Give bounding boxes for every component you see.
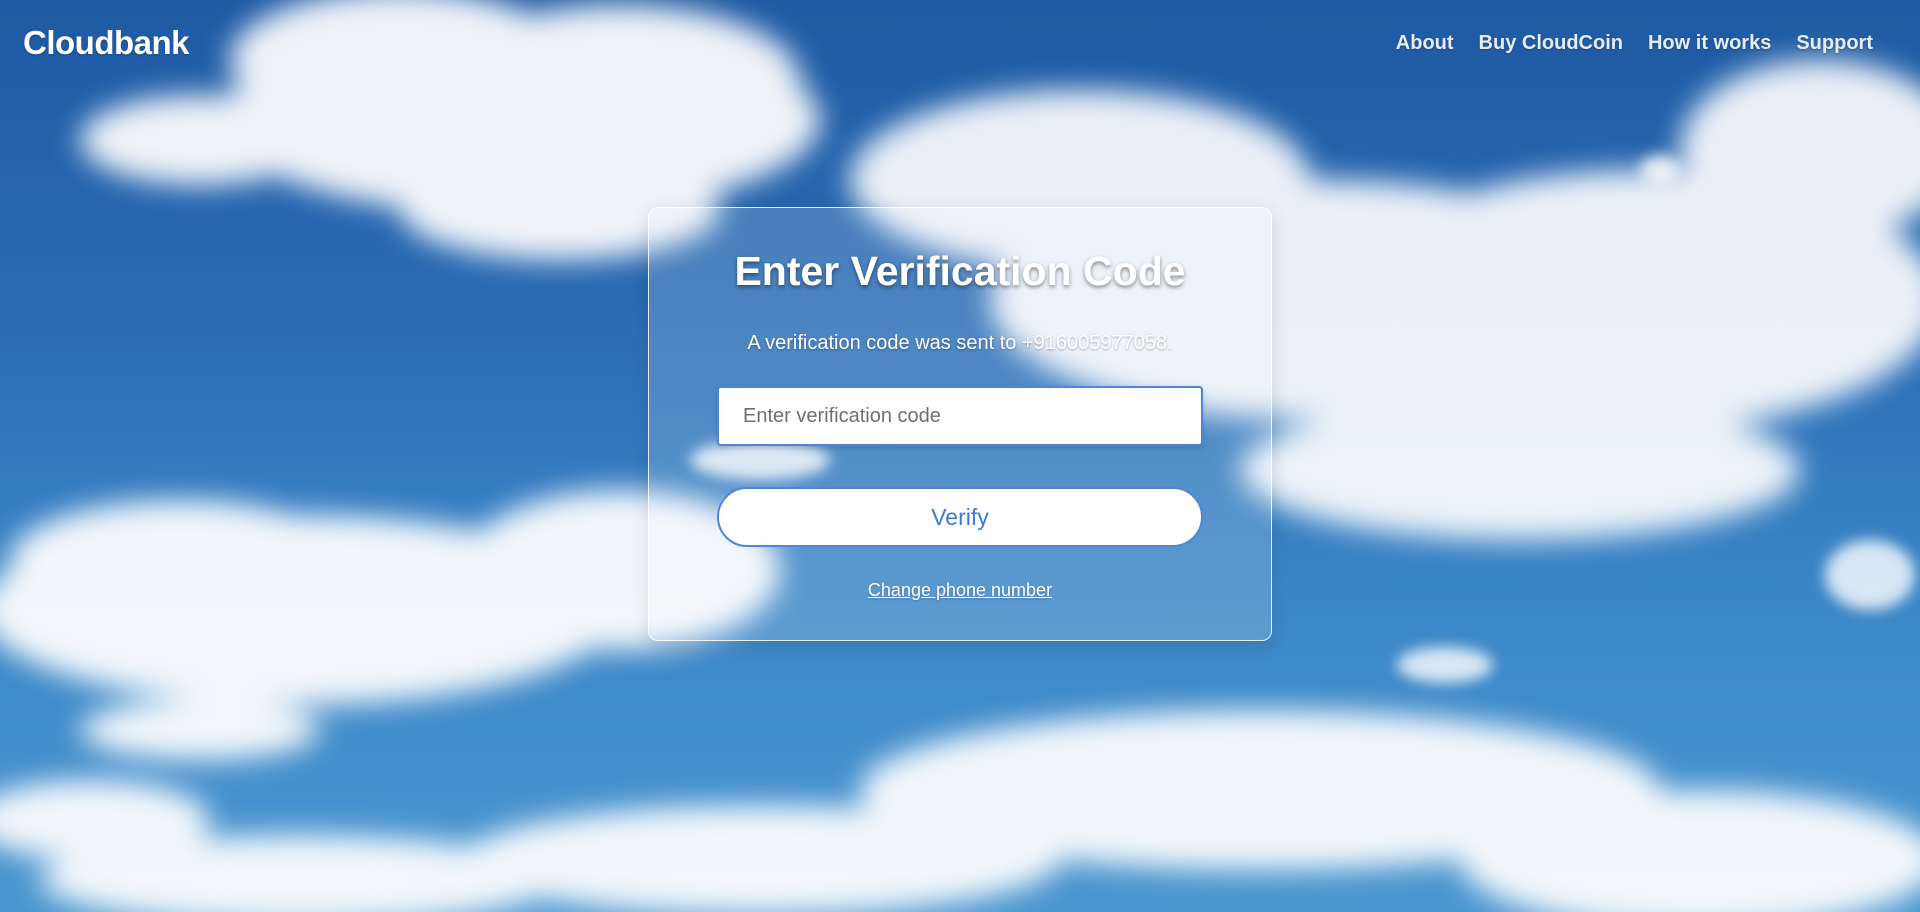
change-phone-number-link[interactable]: Change phone number (868, 580, 1052, 600)
page: Cloudbank About Buy CloudCoin How it wor… (0, 0, 1920, 912)
verification-card: Enter Verification Code A verification c… (648, 207, 1272, 641)
verify-button[interactable]: Verify (717, 487, 1203, 547)
verification-code-input[interactable] (717, 386, 1203, 446)
verification-message: A verification code was sent to +9160059… (747, 332, 1173, 354)
verification-title: Enter Verification Code (734, 248, 1186, 294)
nav-link-how-it-works[interactable]: How it works (1648, 32, 1771, 55)
change-phone-container: Change phone number (649, 580, 1271, 601)
main-nav: About Buy CloudCoin How it works Support (1396, 32, 1873, 55)
nav-link-about[interactable]: About (1396, 32, 1454, 55)
nav-link-buy-cloudcoin[interactable]: Buy CloudCoin (1479, 32, 1623, 55)
cloudbank-logo[interactable]: Cloudbank (23, 24, 190, 62)
top-navigation-bar: Cloudbank About Buy CloudCoin How it wor… (0, 0, 1920, 90)
nav-link-support[interactable]: Support (1796, 32, 1873, 55)
